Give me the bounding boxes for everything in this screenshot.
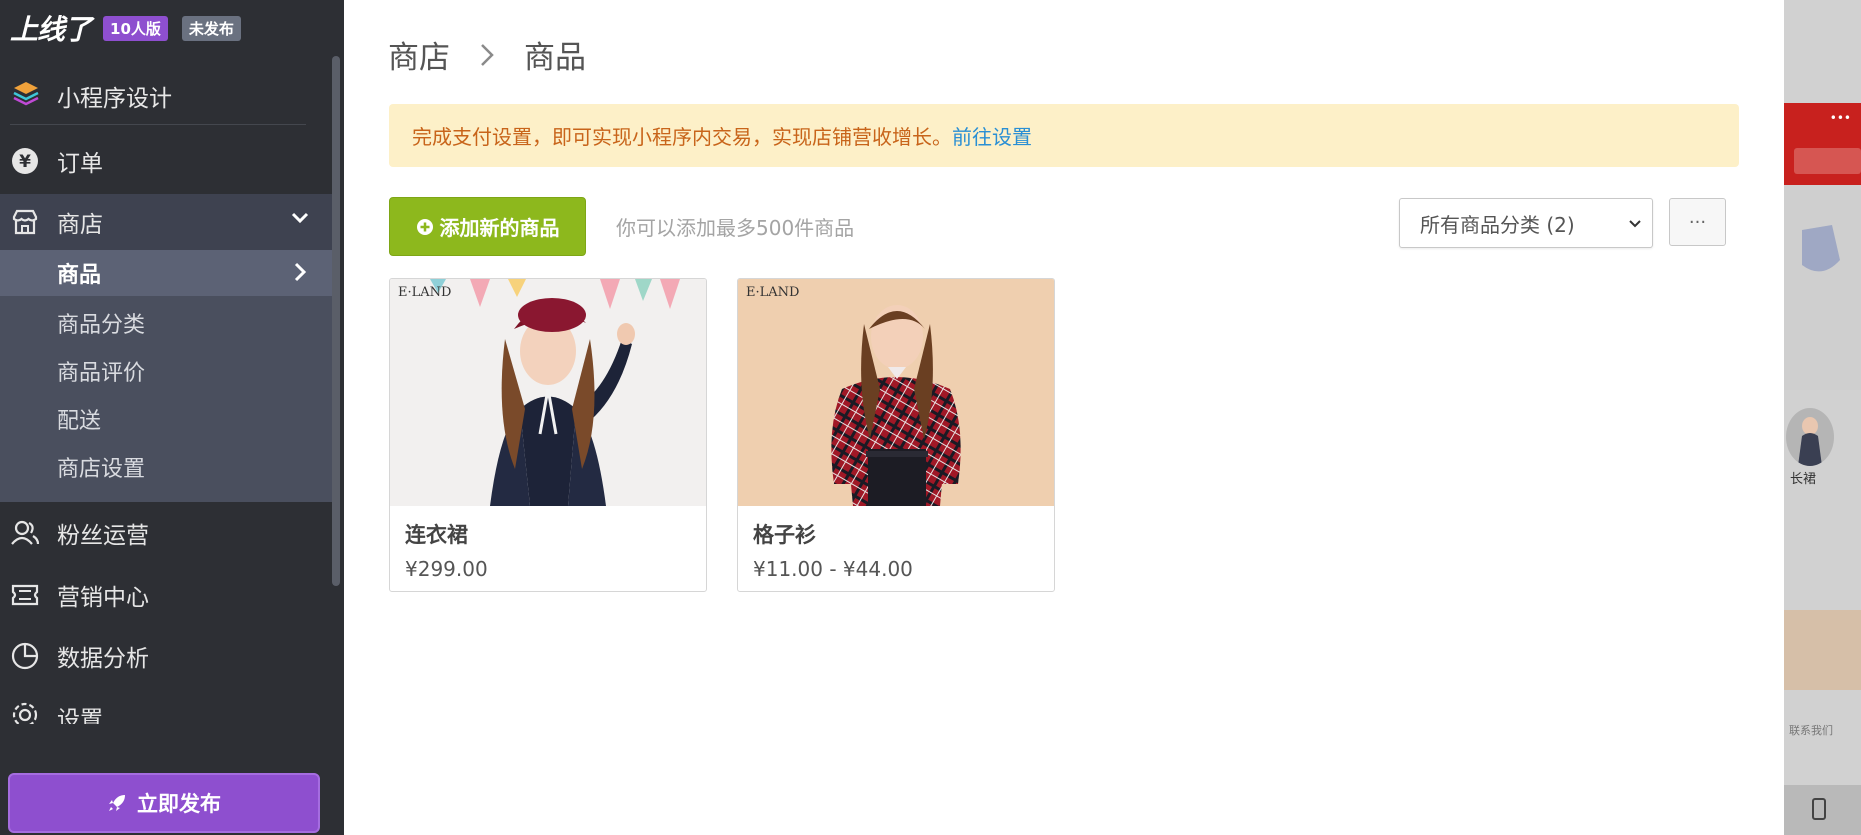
product-card[interactable]: E·LAND 连衣裙 ¥299.00 (389, 278, 707, 592)
sidebar-scrollbar[interactable] (332, 56, 340, 586)
edition-badge: 10人版 (103, 15, 168, 41)
divider (10, 124, 306, 125)
sidebar-item-fans[interactable]: 粉丝运营 (0, 505, 332, 561)
main-content: 商店 商品 完成支付设置，即可实现小程序内交易，实现店铺营收增长。 前往设置 添… (344, 0, 1784, 835)
sidebar-item-label: 小程序设计 (57, 86, 172, 112)
brand-logo[interactable]: 上线了 (10, 8, 92, 48)
submenu-item-label: 商品分类 (57, 313, 146, 338)
store-icon (10, 207, 40, 237)
submenu-item-products[interactable]: 商品 (0, 250, 332, 296)
gear-icon (10, 700, 40, 724)
category-select[interactable]: 所有商品分类 (2) (1399, 198, 1653, 248)
ellipsis-icon: ••• (1829, 111, 1851, 125)
sidebar-item-shop[interactable]: 商店 (0, 194, 332, 250)
sidebar: 上线了 10人版 未发布 小程序设计 ¥ 订单 商店 商品 商品分类 商品评价 … (0, 0, 344, 835)
sidebar-item-settings[interactable]: 设置 (0, 690, 332, 724)
users-icon (10, 518, 40, 548)
breadcrumb-current: 商品 (524, 40, 586, 76)
preview-category-label: 长裙 (1790, 472, 1817, 487)
notice-link[interactable]: 前往设置 (952, 121, 1032, 150)
preview-contact-label: 联系我们 (1789, 724, 1833, 737)
shop-submenu: 商品 商品分类 商品评价 配送 商店设置 (0, 250, 332, 502)
phone-icon (1812, 798, 1826, 820)
plus-circle-icon (416, 218, 434, 236)
layers-icon (12, 79, 40, 113)
sidebar-item-design[interactable]: 小程序设计 (0, 66, 344, 126)
ticket-icon (10, 580, 40, 610)
phone-preview: ••• 长裙 联系我们 (1784, 0, 1861, 835)
breadcrumb-root[interactable]: 商店 (388, 32, 450, 77)
product-name: 连衣裙 (405, 523, 468, 547)
submenu-item-reviews[interactable]: 商品评价 (0, 348, 332, 394)
submenu-item-categories[interactable]: 商品分类 (0, 300, 332, 346)
chevron-down-icon (1626, 214, 1644, 238)
breadcrumb: 商店 商品 (388, 32, 586, 77)
sidebar-item-label: 数据分析 (57, 646, 149, 672)
product-name: 格子衫 (753, 523, 816, 547)
preview-search-box (1794, 148, 1861, 174)
product-image[interactable]: E·LAND (390, 279, 706, 506)
submenu-item-shop-settings[interactable]: 商店设置 (0, 444, 332, 490)
publish-button[interactable]: 立即发布 (8, 773, 320, 833)
sidebar-item-label: 粉丝运营 (57, 523, 149, 549)
preview-product-image (1784, 610, 1861, 690)
product-price: ¥11.00 - ¥44.00 (753, 557, 913, 581)
submenu-item-label: 商品评价 (57, 361, 146, 386)
product-image[interactable]: E·LAND (738, 279, 1054, 506)
ellipsis-icon: ··· (1688, 211, 1707, 233)
sidebar-item-marketing[interactable]: 营销中心 (0, 567, 332, 623)
preview-bottom-bar (1784, 785, 1861, 835)
sidebar-item-label: 设置 (57, 707, 103, 724)
status-badge: 未发布 (181, 15, 241, 41)
notice-text: 完成支付设置，即可实现小程序内交易，实现店铺营收增长。 (412, 125, 952, 149)
brand-logo-eland: E·LAND (398, 285, 452, 300)
product-price: ¥299.00 (405, 557, 488, 581)
chevron-down-icon (290, 208, 310, 234)
pie-chart-icon (10, 641, 40, 671)
chevron-right-icon (290, 261, 310, 289)
sidebar-item-label: 营销中心 (57, 585, 149, 611)
sidebar-item-orders[interactable]: ¥ 订单 (0, 133, 332, 189)
svg-text:¥: ¥ (19, 152, 31, 172)
payment-notice: 完成支付设置，即可实现小程序内交易，实现店铺营收增长。 前往设置 (389, 104, 1739, 167)
brand-logo-eland: E·LAND (746, 285, 800, 300)
sidebar-item-label: 订单 (57, 151, 103, 177)
chevron-right-icon (478, 41, 496, 69)
sidebar-item-label: 商店 (57, 212, 103, 238)
add-product-button[interactable]: 添加新的商品 (389, 197, 586, 256)
more-options-button[interactable]: ··· (1669, 198, 1726, 246)
preview-banner (1784, 190, 1861, 390)
sidebar-item-analytics[interactable]: 数据分析 (0, 628, 332, 684)
category-select-value: 所有商品分类 (2) (1420, 212, 1575, 237)
submenu-item-label: 商店设置 (57, 457, 146, 482)
add-product-label: 添加新的商品 (439, 216, 560, 240)
publish-label: 立即发布 (137, 792, 221, 816)
product-card[interactable]: E·LAND 格子衫 ¥11.00 - ¥44.00 (737, 278, 1055, 592)
rocket-icon (107, 793, 127, 813)
brand: 上线了 10人版 未发布 (10, 8, 241, 48)
yuan-icon: ¥ (10, 146, 40, 176)
product-limit-text: 你可以添加最多500件商品 (616, 216, 855, 240)
preview-category-thumb (1786, 408, 1834, 466)
submenu-item-label: 商品 (57, 263, 102, 288)
submenu-item-delivery[interactable]: 配送 (0, 396, 332, 442)
submenu-item-label: 配送 (57, 409, 102, 434)
